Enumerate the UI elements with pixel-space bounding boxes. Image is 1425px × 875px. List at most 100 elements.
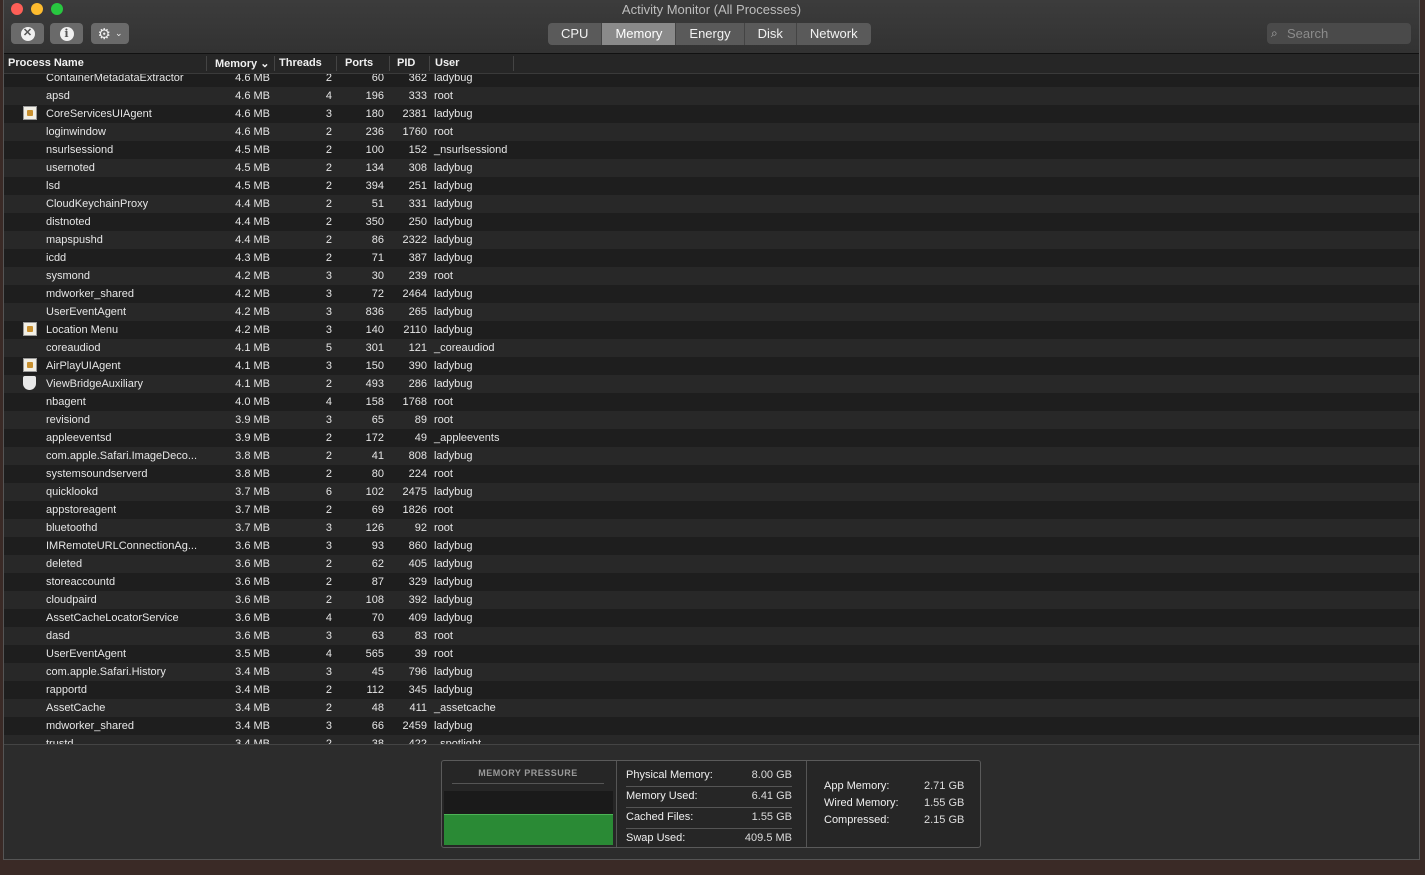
process-ports: 80: [371, 468, 384, 480]
process-threads: 2: [325, 450, 332, 462]
table-row[interactable]: nbagent 4.0 MB 4 158 1768 root: [4, 393, 1419, 411]
process-threads: 2: [325, 702, 332, 714]
column-pid[interactable]: PID: [397, 57, 415, 69]
table-row[interactable]: AssetCacheLocatorService 3.6 MB 4 70 409 lady…: [4, 609, 1419, 627]
inspect-process-button[interactable]: i: [50, 23, 83, 44]
process-threads: 2: [325, 432, 332, 444]
table-row[interactable]: ContainerMetadataExtractor 4.6 MB 2 60 362 la…: [4, 74, 1419, 87]
process-user: ladybug: [434, 378, 473, 390]
table-row[interactable]: distnoted 4.4 MB 2 350 250 ladybug: [4, 213, 1419, 231]
table-row[interactable]: AssetCache 3.4 MB 2 48 411 _assetcache: [4, 699, 1419, 717]
sort-descending-icon: ⌄: [260, 58, 270, 70]
search-field[interactable]: ⌕: [1267, 23, 1411, 44]
tab-disk[interactable]: Disk: [745, 23, 797, 45]
table-row[interactable]: ViewBridgeAuxiliary 4.1 MB 2 493 286 ladybug: [4, 375, 1419, 393]
memory-summary-panel: MEMORY PRESSURE Physical Memory: 8.00 GB …: [441, 760, 981, 848]
process-threads: 2: [325, 216, 332, 228]
process-pid: 362: [408, 74, 427, 84]
table-row[interactable]: com.apple.Safari.History 3.4 MB 3 45 796 lady…: [4, 663, 1419, 681]
process-memory: 4.4 MB: [235, 198, 270, 210]
process-user: ladybug: [434, 558, 473, 570]
table-row[interactable]: cloudpaird 3.6 MB 2 108 392 ladybug: [4, 591, 1419, 609]
process-memory: 3.4 MB: [235, 702, 270, 714]
process-name: nsurlsessiond: [46, 144, 114, 156]
process-name: loginwindow: [46, 126, 106, 138]
column-process-name[interactable]: Process Name: [8, 57, 84, 69]
table-row[interactable]: trustd 3.4 MB 2 38 422 _spotlight: [4, 735, 1419, 744]
table-row[interactable]: UserEventAgent 3.5 MB 4 565 39 root: [4, 645, 1419, 663]
wired-memory-value: 1.55 GB: [924, 797, 965, 809]
table-row[interactable]: CloudKeychainProxy 4.4 MB 2 51 331 ladybug: [4, 195, 1419, 213]
process-memory: 4.4 MB: [235, 216, 270, 228]
process-threads: 5: [325, 342, 332, 354]
process-threads: 2: [325, 144, 332, 156]
process-name: UserEventAgent: [46, 648, 127, 660]
memory-stats-breakdown: App Memory: 2.71 GB Wired Memory: 1.55 GB …: [824, 780, 966, 831]
process-ports: 87: [371, 576, 384, 588]
table-row[interactable]: appleeventsd 3.9 MB 2 172 49 _appleevents: [4, 429, 1419, 447]
tab-memory[interactable]: Memory: [602, 23, 677, 45]
tab-energy[interactable]: Energy: [676, 23, 745, 45]
table-row[interactable]: Location Menu 4.2 MB 3 140 2110 ladybug: [4, 321, 1419, 339]
table-row[interactable]: icdd 4.3 MB 2 71 387 ladybug: [4, 249, 1419, 267]
table-row[interactable]: com.apple.Safari.ImageDeco... 3.8 MB 2 41 80…: [4, 447, 1419, 465]
table-row[interactable]: coreaudiod 4.1 MB 5 301 121 _coreaudiod: [4, 339, 1419, 357]
process-ports: 63: [371, 630, 384, 642]
table-row[interactable]: mdworker_shared 4.2 MB 3 72 2464 ladybug: [4, 285, 1419, 303]
tab-cpu[interactable]: CPU: [548, 23, 603, 45]
process-name: ContainerMetadataExtractor: [46, 74, 184, 84]
process-table[interactable]: ContainerMetadataExtractor 4.6 MB 2 60 362 la…: [4, 74, 1419, 744]
process-threads: 3: [325, 288, 332, 300]
table-row[interactable]: apsd 4.6 MB 4 196 333 root: [4, 87, 1419, 105]
table-row[interactable]: storeaccountd 3.6 MB 2 87 329 ladybug: [4, 573, 1419, 591]
table-row[interactable]: revisiond 3.9 MB 3 65 89 root: [4, 411, 1419, 429]
process-user: ladybug: [434, 540, 473, 552]
process-memory: 3.7 MB: [235, 486, 270, 498]
chevron-down-icon: ⌄: [114, 28, 123, 38]
table-row[interactable]: loginwindow 4.6 MB 2 236 1760 root: [4, 123, 1419, 141]
stop-process-button[interactable]: ✕: [11, 23, 44, 44]
table-row[interactable]: nsurlsessiond 4.5 MB 2 100 152 _nsurlsessiond: [4, 141, 1419, 159]
table-row[interactable]: AirPlayUIAgent 4.1 MB 3 150 390 ladybug: [4, 357, 1419, 375]
process-name: apsd: [46, 90, 70, 102]
process-name: AssetCache: [46, 702, 106, 714]
column-threads[interactable]: Threads: [279, 57, 322, 69]
process-memory: 4.3 MB: [235, 252, 270, 264]
action-menu-button[interactable]: ⚙ ⌄: [91, 23, 129, 44]
process-memory: 4.6 MB: [235, 126, 270, 138]
table-row[interactable]: IMRemoteURLConnectionAg... 3.6 MB 3 93 860 la…: [4, 537, 1419, 555]
table-row[interactable]: UserEventAgent 4.2 MB 3 836 265 ladybug: [4, 303, 1419, 321]
process-ports: 112: [366, 684, 384, 696]
process-name: AirPlayUIAgent: [46, 360, 121, 372]
compressed-label: Compressed:: [824, 814, 890, 826]
table-row[interactable]: mdworker_shared 3.4 MB 3 66 2459 ladybug: [4, 717, 1419, 735]
process-user: root: [434, 90, 453, 102]
table-row[interactable]: sysmond 4.2 MB 3 30 239 root: [4, 267, 1419, 285]
process-memory: 3.7 MB: [235, 522, 270, 534]
column-memory[interactable]: Memory ⌄: [215, 57, 269, 70]
table-row[interactable]: deleted 3.6 MB 2 62 405 ladybug: [4, 555, 1419, 573]
table-row[interactable]: systemsoundserverd 3.8 MB 2 80 224 root: [4, 465, 1419, 483]
table-row[interactable]: rapportd 3.4 MB 2 112 345 ladybug: [4, 681, 1419, 699]
column-ports[interactable]: Ports: [345, 57, 373, 69]
process-user: ladybug: [434, 666, 473, 678]
physical-memory-label: Physical Memory:: [626, 769, 713, 781]
table-row[interactable]: bluetoothd 3.7 MB 3 126 92 root: [4, 519, 1419, 537]
table-row[interactable]: usernoted 4.5 MB 2 134 308 ladybug: [4, 159, 1419, 177]
table-row[interactable]: appstoreagent 3.7 MB 2 69 1826 root: [4, 501, 1419, 519]
process-name: UserEventAgent: [46, 306, 127, 318]
table-row[interactable]: dasd 3.6 MB 3 63 83 root: [4, 627, 1419, 645]
process-threads: 2: [325, 180, 332, 192]
table-row[interactable]: mapspushd 4.4 MB 2 86 2322 ladybug: [4, 231, 1419, 249]
memory-stats-primary: Physical Memory: 8.00 GB Memory Used: 6.41…: [626, 766, 792, 849]
table-row[interactable]: quicklookd 3.7 MB 6 102 2475 ladybug: [4, 483, 1419, 501]
process-threads: 3: [325, 270, 332, 282]
process-user: root: [434, 648, 453, 660]
table-row[interactable]: lsd 4.5 MB 2 394 251 ladybug: [4, 177, 1419, 195]
column-user[interactable]: User: [435, 57, 459, 69]
table-row[interactable]: CoreServicesUIAgent 4.6 MB 3 180 2381 ladybug: [4, 105, 1419, 123]
process-ports: 45: [371, 666, 384, 678]
tab-network[interactable]: Network: [797, 23, 871, 45]
search-input[interactable]: [1287, 26, 1397, 41]
window-title: Activity Monitor (All Processes): [621, 2, 802, 17]
